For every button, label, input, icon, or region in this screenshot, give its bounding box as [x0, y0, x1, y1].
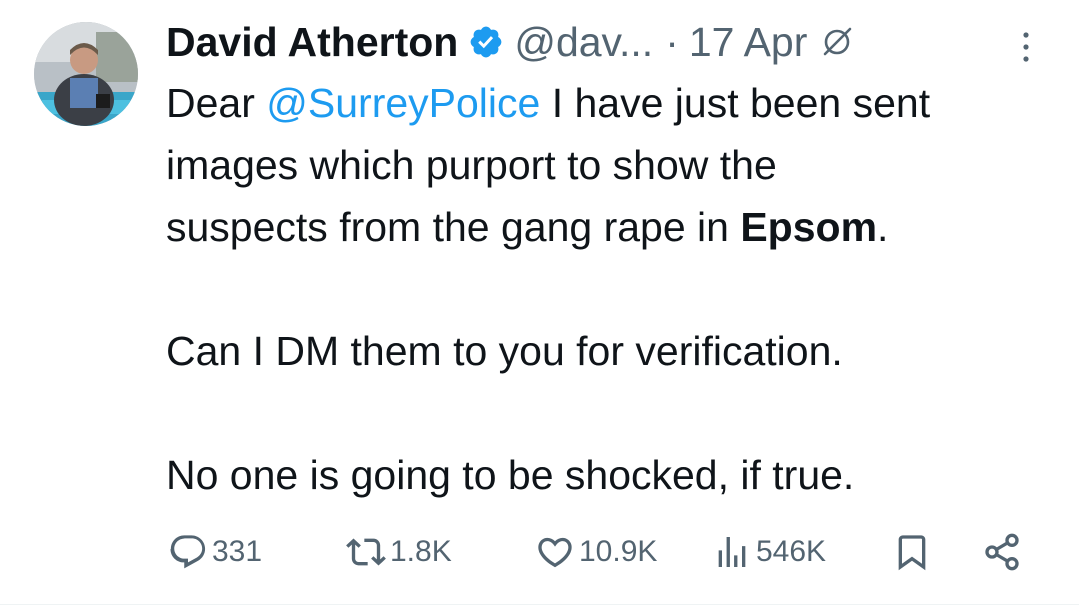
like-count: 10.9K — [579, 535, 658, 568]
repost-count: 1.8K — [390, 535, 452, 568]
grok-icon[interactable] — [819, 24, 855, 60]
repost-button[interactable]: 1.8K — [346, 528, 452, 576]
author-handle[interactable]: @dav... — [514, 19, 653, 66]
reply-icon — [170, 535, 206, 569]
avatar[interactable] — [34, 22, 138, 126]
text-fragment: suspects from the gang rape in — [166, 204, 741, 250]
author-name[interactable]: David Atherton — [166, 19, 458, 66]
tweet-paragraph: No one is going to be shocked, if true. — [166, 452, 855, 498]
tweet-header: David Atherton @dav... · 17 Apr — [166, 12, 1066, 72]
views-icon — [718, 537, 746, 567]
tweet-line: images which purport to show the — [166, 142, 777, 188]
tweet-line: suspects from the gang rape in Epsom. — [166, 196, 1066, 258]
verified-badge-icon — [468, 24, 504, 60]
repost-icon — [346, 538, 386, 566]
like-icon — [538, 537, 572, 568]
mention-link[interactable]: @SurreyPolice — [266, 80, 540, 126]
avatar-image — [34, 22, 138, 126]
tweet-text: Dear @SurreyPolice I have just been sent… — [166, 72, 1066, 506]
views-count: 546K — [756, 535, 827, 568]
text-fragment: Dear — [166, 80, 267, 126]
bookmark-button[interactable] — [892, 528, 932, 576]
tweet-paragraph: Can I DM them to you for verification. — [166, 328, 843, 374]
tweet[interactable]: David Atherton @dav... · 17 Apr Dear @Su… — [0, 0, 1079, 609]
reply-count: 331 — [212, 535, 263, 568]
separator-dot: · — [665, 18, 679, 65]
tweet-line: Dear @SurreyPolice I have just been sent — [166, 72, 1066, 134]
tweet-date[interactable]: 17 Apr — [689, 19, 808, 66]
text-fragment: . — [877, 204, 889, 250]
tweet-actions: 331 1.8K 10.9K 546K — [0, 528, 1079, 576]
share-button[interactable] — [982, 528, 1022, 576]
bold-text: Epsom — [740, 204, 878, 250]
like-button[interactable]: 10.9K — [535, 528, 657, 576]
views-button[interactable]: 546K — [712, 528, 826, 576]
bookmark-icon — [898, 535, 926, 571]
reply-button[interactable]: 331 — [168, 528, 262, 576]
text-fragment: I have just been sent — [540, 80, 931, 126]
share-icon — [985, 533, 1019, 571]
more-options-icon[interactable] — [1016, 27, 1036, 67]
divider — [0, 604, 1079, 605]
